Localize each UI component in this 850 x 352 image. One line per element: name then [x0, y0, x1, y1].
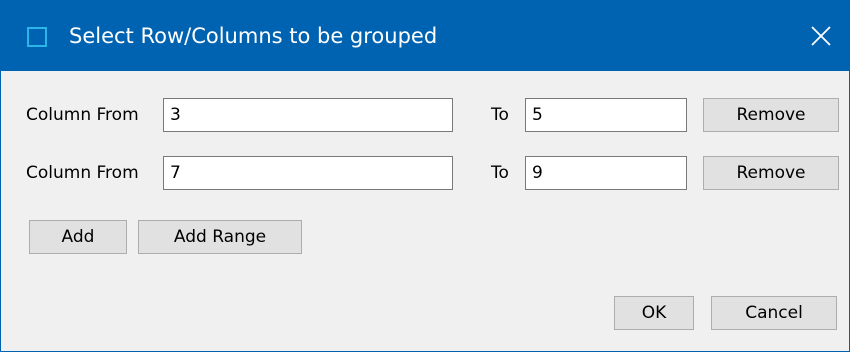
cancel-button[interactable]: Cancel [711, 296, 837, 330]
close-button[interactable] [793, 1, 849, 71]
window-icon [27, 27, 47, 47]
ok-button[interactable]: OK [614, 296, 694, 330]
close-icon [811, 26, 831, 46]
column-to-input[interactable] [525, 98, 687, 132]
column-from-input[interactable] [163, 98, 453, 132]
column-from-label: Column From [26, 163, 139, 183]
column-to-label: To [491, 105, 509, 125]
column-to-label: To [491, 163, 509, 183]
add-button[interactable]: Add [29, 220, 127, 254]
title-bar[interactable]: Select Row/Columns to be grouped [1, 1, 849, 71]
column-from-input[interactable] [163, 156, 453, 190]
dialog-window: Select Row/Columns to be grouped Column … [0, 0, 850, 352]
column-from-label: Column From [26, 105, 139, 125]
remove-button[interactable]: Remove [703, 156, 839, 190]
add-range-button[interactable]: Add Range [138, 220, 302, 254]
column-to-input[interactable] [525, 156, 687, 190]
dialog-title: Select Row/Columns to be grouped [69, 24, 438, 48]
remove-button[interactable]: Remove [703, 98, 839, 132]
